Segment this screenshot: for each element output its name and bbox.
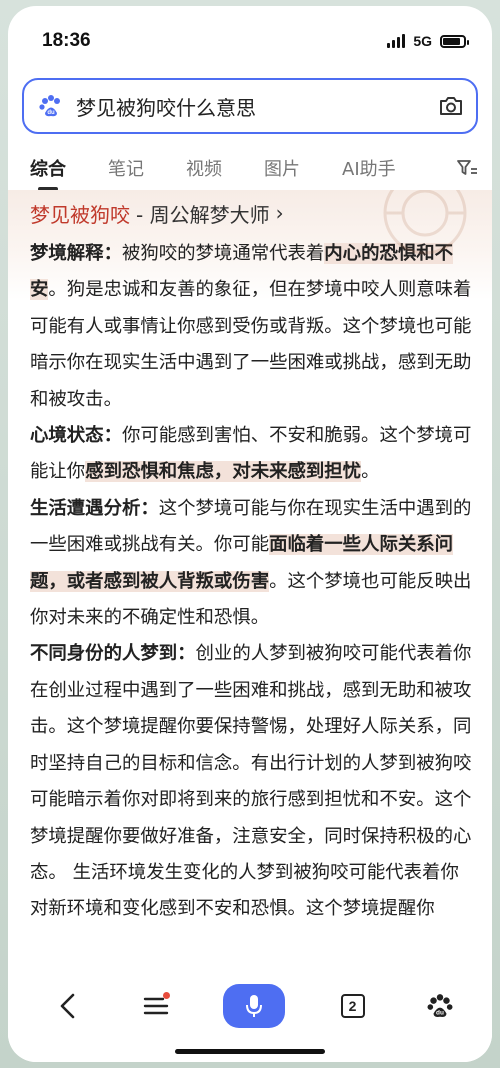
paragraph-text: 创业的人梦到被狗咬可能代表着你在创业过程中遇到了一些困难和挑战，感到无助和被攻击… bbox=[30, 643, 472, 920]
status-bar: 18:36 5G bbox=[8, 6, 492, 76]
svg-text:du: du bbox=[47, 110, 55, 116]
chevron-left-icon bbox=[60, 993, 75, 1019]
card-title-source: - 周公解梦大师 bbox=[136, 202, 270, 227]
tab-images[interactable]: 图片 bbox=[264, 155, 300, 181]
tab-count-badge: 2 bbox=[340, 994, 365, 1018]
tab-bar: 综合 笔记 视频 图片 AI助手 bbox=[8, 146, 492, 190]
tab-comprehensive[interactable]: 综合 bbox=[30, 155, 66, 181]
dream-result-card: 梦见被狗咬 - 周公解梦大师 › 梦境解释：被狗咬的梦境通常代表着内心的恐惧和不… bbox=[8, 190, 492, 970]
status-time: 18:36 bbox=[42, 30, 91, 51]
menu-button[interactable] bbox=[136, 986, 176, 1026]
paragraph-label: 梦境解释： bbox=[30, 243, 122, 264]
paragraph-text: 。狗是忠诚和友善的象征，但在梦境中咬人则意味着可能有人或事情让你感到受伤或背叛。… bbox=[30, 279, 472, 410]
card-content: 梦境解释：被狗咬的梦境通常代表着内心的恐惧和不安。狗是忠诚和友善的象征，但在梦境… bbox=[8, 230, 492, 928]
filter-icon[interactable] bbox=[456, 158, 478, 178]
paragraph-label: 不同身份的人梦到： bbox=[30, 643, 196, 665]
battery-icon bbox=[440, 34, 469, 48]
paragraph-text: 。 bbox=[361, 461, 380, 483]
paragraph-life-analysis: 生活遭遇分析：这个梦境可能与你在现实生活中遇到的一些困难或挑战有关。你可能面临着… bbox=[30, 491, 472, 637]
paragraph-highlight: 感到恐惧和焦虑，对未来感到担忧 bbox=[85, 461, 362, 483]
baidu-home-button[interactable]: du bbox=[420, 986, 460, 1026]
camera-icon[interactable] bbox=[438, 95, 464, 117]
tab-videos[interactable]: 视频 bbox=[186, 155, 222, 181]
phone-screen: 18:36 5G du 梦见被狗咬什么意思 综合 笔记 视频 图片 AI助手 梦… bbox=[8, 6, 492, 1062]
paragraph-text: 被狗咬的梦境通常代表着 bbox=[121, 243, 325, 264]
paragraph-label: 生活遭遇分析： bbox=[30, 497, 159, 519]
paragraph-different-identities: 不同身份的人梦到：创业的人梦到被狗咬可能代表着你在创业过程中遇到了一些困难和挑战… bbox=[30, 636, 472, 927]
battery-fill bbox=[443, 37, 460, 45]
chevron-right-icon: › bbox=[275, 201, 284, 225]
search-query: 梦见被狗咬什么意思 bbox=[76, 95, 256, 120]
paragraph-mood-state: 心境状态：你可能感到害怕、不安和脆弱。这个梦境可能让你感到恐惧和焦虑，对未来感到… bbox=[30, 418, 472, 491]
baidu-paw-icon: du bbox=[39, 95, 60, 117]
home-indicator bbox=[175, 1049, 325, 1054]
signal-icon bbox=[387, 34, 406, 48]
svg-text:du: du bbox=[436, 1010, 444, 1017]
voice-search-button[interactable] bbox=[223, 984, 285, 1028]
tabs-button[interactable]: 2 bbox=[333, 986, 373, 1026]
baidu-paw-icon: du bbox=[427, 994, 453, 1017]
tab-notes[interactable]: 笔记 bbox=[108, 155, 144, 181]
card-title-keyword: 梦见被狗咬 bbox=[30, 202, 130, 227]
network-type: 5G bbox=[413, 33, 432, 49]
paragraph-label: 心境状态： bbox=[30, 425, 122, 447]
bagua-decoration-icon bbox=[383, 190, 467, 255]
tab-ai-assistant[interactable]: AI助手 bbox=[342, 155, 396, 181]
back-button[interactable] bbox=[48, 986, 88, 1026]
paragraph-dream-explanation: 梦境解释：被狗咬的梦境通常代表着内心的恐惧和不安。狗是忠诚和友善的象征，但在梦境… bbox=[30, 236, 472, 418]
search-input[interactable]: du 梦见被狗咬什么意思 bbox=[22, 78, 478, 134]
microphone-icon bbox=[246, 995, 262, 1017]
status-indicators: 5G bbox=[387, 33, 469, 49]
notification-dot bbox=[162, 992, 170, 999]
